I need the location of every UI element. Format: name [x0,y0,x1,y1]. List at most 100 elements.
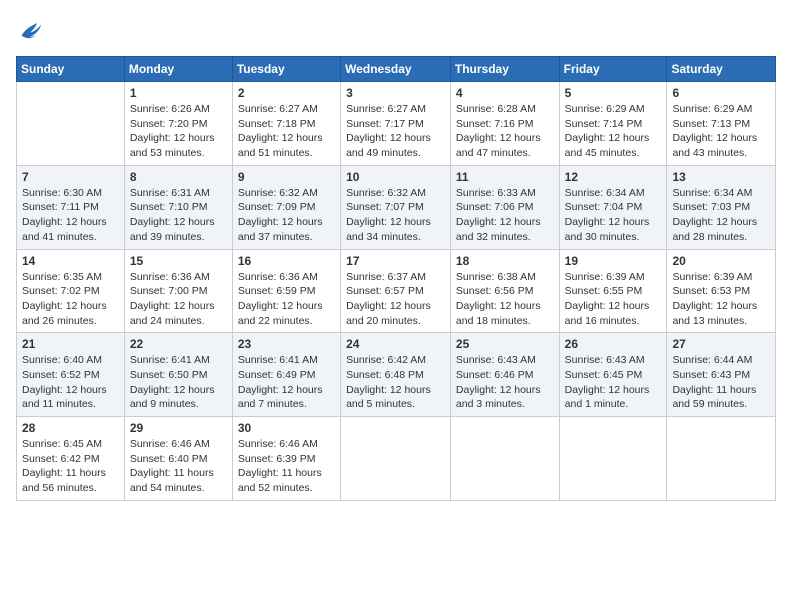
calendar-week-row: 1 Sunrise: 6:26 AM Sunset: 7:20 PM Daylig… [17,82,776,166]
day-number: 1 [130,86,227,100]
day-info: Sunrise: 6:27 AM Sunset: 7:17 PM Dayligh… [346,102,445,161]
day-number: 25 [456,337,554,351]
calendar-cell: 5 Sunrise: 6:29 AM Sunset: 7:14 PM Daylig… [559,82,667,166]
day-number: 3 [346,86,445,100]
day-info: Sunrise: 6:29 AM Sunset: 7:13 PM Dayligh… [672,102,770,161]
day-info: Sunrise: 6:34 AM Sunset: 7:04 PM Dayligh… [565,186,662,245]
day-info: Sunrise: 6:36 AM Sunset: 7:00 PM Dayligh… [130,270,227,329]
calendar-cell [559,417,667,501]
day-info: Sunrise: 6:27 AM Sunset: 7:18 PM Dayligh… [238,102,335,161]
calendar-cell [17,82,125,166]
calendar-cell: 23Sunrise: 6:41 AM Sunset: 6:49 PM Dayli… [232,333,340,417]
calendar-cell: 15 Sunrise: 6:36 AM Sunset: 7:00 PM Dayli… [124,249,232,333]
day-number: 2 [238,86,335,100]
calendar-cell: 7 Sunrise: 6:30 AM Sunset: 7:11 PM Daylig… [17,165,125,249]
calendar-cell: 29Sunrise: 6:46 AM Sunset: 6:40 PM Dayli… [124,417,232,501]
day-number: 20 [672,254,770,268]
weekday-header: Tuesday [232,57,340,82]
day-info: Sunrise: 6:32 AM Sunset: 7:09 PM Dayligh… [238,186,335,245]
weekday-header: Wednesday [341,57,451,82]
day-info: Sunrise: 6:38 AM Sunset: 6:56 PM Dayligh… [456,270,554,329]
day-info: Sunrise: 6:46 AM Sunset: 6:39 PM Dayligh… [238,437,335,496]
day-number: 19 [565,254,662,268]
calendar-cell: 18 Sunrise: 6:38 AM Sunset: 6:56 PM Dayli… [450,249,559,333]
day-number: 13 [672,170,770,184]
calendar-cell: 22 Sunrise: 6:41 AM Sunset: 6:50 PM Dayli… [124,333,232,417]
calendar-cell: 14 Sunrise: 6:35 AM Sunset: 7:02 PM Dayli… [17,249,125,333]
day-info: Sunrise: 6:32 AM Sunset: 7:07 PM Dayligh… [346,186,445,245]
day-number: 15 [130,254,227,268]
weekday-header: Saturday [667,57,776,82]
calendar-cell: 1 Sunrise: 6:26 AM Sunset: 7:20 PM Daylig… [124,82,232,166]
weekday-header: Monday [124,57,232,82]
day-number: 18 [456,254,554,268]
weekday-header: Friday [559,57,667,82]
day-number: 24 [346,337,445,351]
weekday-header: Thursday [450,57,559,82]
calendar-cell [450,417,559,501]
calendar-cell: 24 Sunrise: 6:42 AM Sunset: 6:48 PM Dayli… [341,333,451,417]
calendar-week-row: 21Sunrise: 6:40 AM Sunset: 6:52 PM Dayli… [17,333,776,417]
day-number: 30 [238,421,335,435]
day-info: Sunrise: 6:42 AM Sunset: 6:48 PM Dayligh… [346,353,445,412]
day-number: 5 [565,86,662,100]
calendar-cell: 19 Sunrise: 6:39 AM Sunset: 6:55 PM Dayli… [559,249,667,333]
day-number: 12 [565,170,662,184]
day-info: Sunrise: 6:41 AM Sunset: 6:49 PM Dayligh… [238,353,335,412]
calendar-cell: 3 Sunrise: 6:27 AM Sunset: 7:17 PM Daylig… [341,82,451,166]
calendar-cell: 28 Sunrise: 6:45 AM Sunset: 6:42 PM Dayli… [17,417,125,501]
calendar-cell: 21Sunrise: 6:40 AM Sunset: 6:52 PM Dayli… [17,333,125,417]
calendar-cell: 11Sunrise: 6:33 AM Sunset: 7:06 PM Dayli… [450,165,559,249]
day-info: Sunrise: 6:44 AM Sunset: 6:43 PM Dayligh… [672,353,770,412]
calendar-week-row: 7 Sunrise: 6:30 AM Sunset: 7:11 PM Daylig… [17,165,776,249]
calendar-cell: 10 Sunrise: 6:32 AM Sunset: 7:07 PM Dayli… [341,165,451,249]
calendar-week-row: 28 Sunrise: 6:45 AM Sunset: 6:42 PM Dayli… [17,417,776,501]
day-info: Sunrise: 6:43 AM Sunset: 6:45 PM Dayligh… [565,353,662,412]
day-number: 9 [238,170,335,184]
calendar-body: 1 Sunrise: 6:26 AM Sunset: 7:20 PM Daylig… [17,82,776,501]
day-number: 7 [22,170,119,184]
day-info: Sunrise: 6:34 AM Sunset: 7:03 PM Dayligh… [672,186,770,245]
day-info: Sunrise: 6:45 AM Sunset: 6:42 PM Dayligh… [22,437,119,496]
weekday-header: Sunday [17,57,125,82]
calendar-cell: 26Sunrise: 6:43 AM Sunset: 6:45 PM Dayli… [559,333,667,417]
calendar-cell: 4 Sunrise: 6:28 AM Sunset: 7:16 PM Daylig… [450,82,559,166]
day-number: 4 [456,86,554,100]
day-number: 16 [238,254,335,268]
calendar-cell: 6Sunrise: 6:29 AM Sunset: 7:13 PM Daylig… [667,82,776,166]
day-info: Sunrise: 6:26 AM Sunset: 7:20 PM Dayligh… [130,102,227,161]
calendar-cell: 30 Sunrise: 6:46 AM Sunset: 6:39 PM Dayli… [232,417,340,501]
day-info: Sunrise: 6:29 AM Sunset: 7:14 PM Dayligh… [565,102,662,161]
day-number: 27 [672,337,770,351]
calendar-header-row: SundayMondayTuesdayWednesdayThursdayFrid… [17,57,776,82]
calendar-cell: 12 Sunrise: 6:34 AM Sunset: 7:04 PM Dayli… [559,165,667,249]
day-info: Sunrise: 6:37 AM Sunset: 6:57 PM Dayligh… [346,270,445,329]
day-info: Sunrise: 6:41 AM Sunset: 6:50 PM Dayligh… [130,353,227,412]
day-number: 28 [22,421,119,435]
page-header [16,16,776,44]
calendar-cell [341,417,451,501]
day-info: Sunrise: 6:39 AM Sunset: 6:55 PM Dayligh… [565,270,662,329]
calendar-cell: 20 Sunrise: 6:39 AM Sunset: 6:53 PM Dayli… [667,249,776,333]
day-info: Sunrise: 6:30 AM Sunset: 7:11 PM Dayligh… [22,186,119,245]
calendar-cell: 2 Sunrise: 6:27 AM Sunset: 7:18 PM Daylig… [232,82,340,166]
calendar-cell: 13 Sunrise: 6:34 AM Sunset: 7:03 PM Dayli… [667,165,776,249]
calendar-cell: 25Sunrise: 6:43 AM Sunset: 6:46 PM Dayli… [450,333,559,417]
logo-icon [16,16,44,44]
day-info: Sunrise: 6:35 AM Sunset: 7:02 PM Dayligh… [22,270,119,329]
day-info: Sunrise: 6:36 AM Sunset: 6:59 PM Dayligh… [238,270,335,329]
calendar-table: SundayMondayTuesdayWednesdayThursdayFrid… [16,56,776,501]
calendar-week-row: 14 Sunrise: 6:35 AM Sunset: 7:02 PM Dayli… [17,249,776,333]
calendar-cell: 27 Sunrise: 6:44 AM Sunset: 6:43 PM Dayli… [667,333,776,417]
day-info: Sunrise: 6:46 AM Sunset: 6:40 PM Dayligh… [130,437,227,496]
day-number: 21 [22,337,119,351]
day-number: 22 [130,337,227,351]
day-info: Sunrise: 6:28 AM Sunset: 7:16 PM Dayligh… [456,102,554,161]
day-number: 11 [456,170,554,184]
calendar-cell: 16 Sunrise: 6:36 AM Sunset: 6:59 PM Dayli… [232,249,340,333]
day-number: 8 [130,170,227,184]
calendar-cell: 9 Sunrise: 6:32 AM Sunset: 7:09 PM Daylig… [232,165,340,249]
day-number: 14 [22,254,119,268]
day-info: Sunrise: 6:39 AM Sunset: 6:53 PM Dayligh… [672,270,770,329]
day-number: 10 [346,170,445,184]
